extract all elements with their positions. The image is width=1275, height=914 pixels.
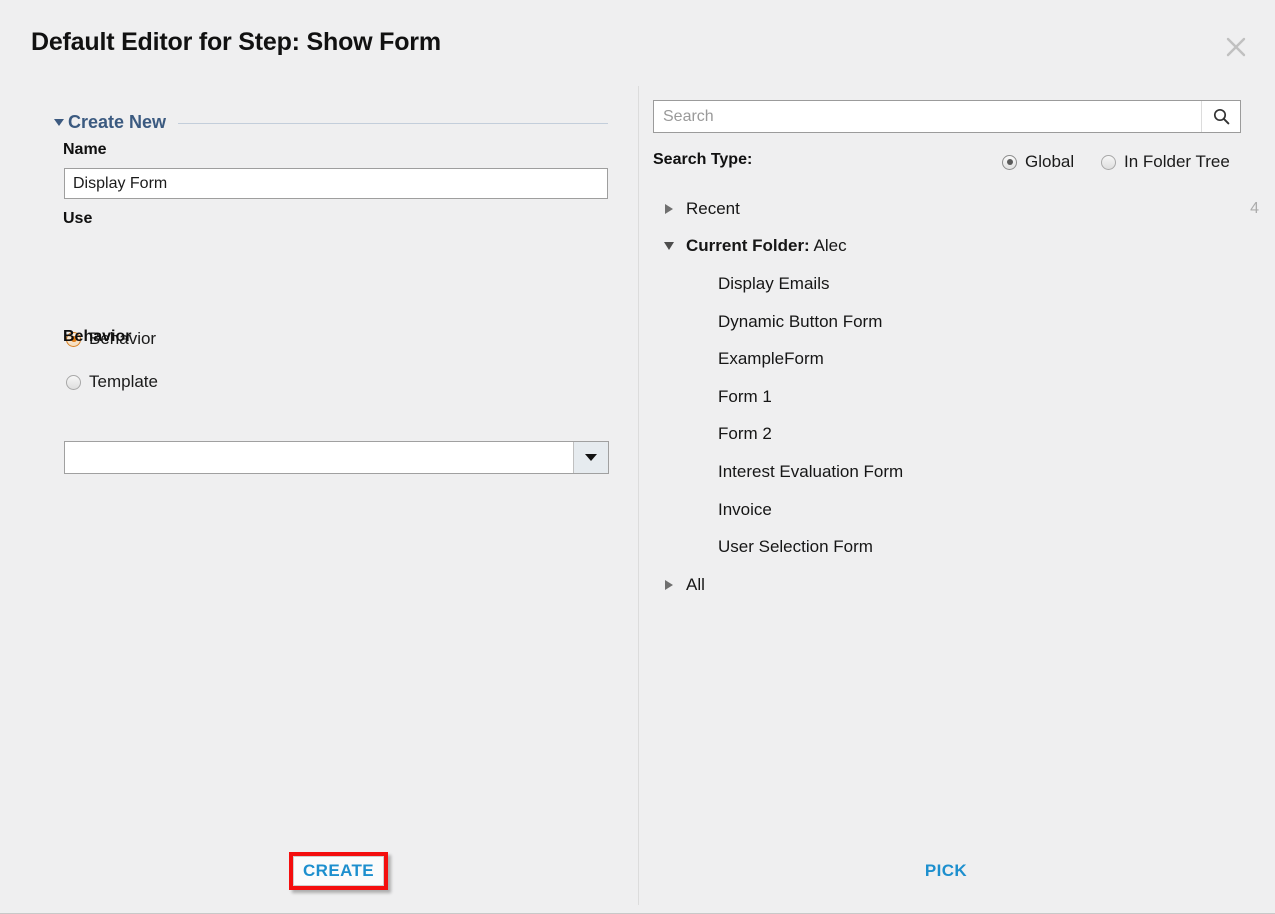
tree-row[interactable]: Invoice: [640, 491, 1275, 529]
tree-row[interactable]: User Selection Form: [640, 528, 1275, 566]
radio-search-type-in-folder-tree[interactable]: In Folder Tree: [1101, 152, 1230, 172]
create-button[interactable]: CREATE: [293, 856, 384, 886]
radio-use-template-label: Template: [89, 372, 158, 391]
tree-row-label: Display Emails: [718, 273, 830, 293]
tree-row-label: Form 1: [718, 386, 772, 406]
radio-unselected-icon: [1101, 154, 1116, 170]
radio-selected-icon: [1002, 154, 1017, 170]
use-label: Use: [63, 210, 93, 227]
create-button-highlight: CREATE: [289, 852, 388, 890]
dialog-titlebar: Default Editor for Step: Show Form: [0, 0, 1275, 86]
folder-tree: Recent 4 Current Folder: Alec Display Email…: [640, 190, 1275, 604]
page-title: Default Editor for Step: Show Form: [31, 28, 441, 56]
radio-use-template[interactable]: Template: [66, 372, 158, 392]
radio-search-type-global[interactable]: Global: [1002, 152, 1074, 172]
section-divider: [178, 122, 608, 124]
tree-row-label: Recent: [686, 198, 740, 218]
tree-row-label-prefix: Current Folder:: [686, 236, 810, 256]
tree-row[interactable]: All: [640, 566, 1275, 604]
radio-search-type-global-label: Global: [1025, 152, 1075, 171]
tree-row[interactable]: Recent 4: [640, 190, 1275, 228]
tree-row-label: Form 2: [718, 424, 772, 444]
behavior-select[interactable]: [64, 441, 609, 474]
close-icon[interactable]: [1221, 32, 1251, 62]
create-new-label: Create New: [68, 111, 167, 132]
triangle-down-icon[interactable]: [661, 238, 677, 254]
tree-row-label: Current Folder: Alec: [686, 236, 847, 256]
tree-row[interactable]: Display Emails: [640, 265, 1275, 303]
tree-row-label: User Selection Form: [718, 537, 873, 557]
tree-row[interactable]: Dynamic Button Form: [640, 303, 1275, 341]
chevron-down-icon[interactable]: [573, 442, 608, 473]
create-new-panel: Create New Name Use Behavior Template Be…: [0, 86, 639, 905]
default-editor-dialog: Default Editor for Step: Show Form Creat…: [0, 0, 1275, 914]
tree-row[interactable]: ExampleForm: [640, 340, 1275, 378]
tree-row[interactable]: Form 2: [640, 416, 1275, 454]
tree-row-label: All: [686, 574, 705, 594]
tree-row-label: Dynamic Button Form: [718, 311, 883, 331]
tree-row[interactable]: Form 1: [640, 378, 1275, 416]
behavior-label: Behavior: [63, 328, 132, 345]
triangle-down-icon: [54, 118, 64, 126]
radio-search-type-in-folder-tree-label: In Folder Tree: [1124, 152, 1230, 171]
search-type-label: Search Type:: [653, 151, 753, 168]
search-icon[interactable]: [1201, 101, 1240, 132]
behavior-select-value: [65, 442, 573, 473]
pick-button[interactable]: PICK: [903, 855, 989, 887]
triangle-right-icon[interactable]: [661, 201, 677, 217]
name-input[interactable]: [64, 168, 608, 199]
tree-row-label: ExampleForm: [718, 349, 824, 369]
tree-row-label: Invoice: [718, 499, 772, 519]
picker-panel: Search Type: Global In Folder Tree Recen…: [640, 86, 1275, 905]
triangle-right-icon[interactable]: [661, 577, 677, 593]
search-box: [653, 100, 1241, 133]
tree-row-count: 4: [1250, 199, 1259, 217]
search-input[interactable]: [654, 101, 1201, 132]
tree-row-label: Interest Evaluation Form: [718, 461, 904, 481]
tree-row[interactable]: Interest Evaluation Form: [640, 453, 1275, 491]
name-label: Name: [63, 141, 107, 158]
create-new-section-header[interactable]: Create New: [54, 111, 608, 133]
radio-unselected-icon: [66, 374, 81, 390]
tree-row[interactable]: Current Folder: Alec: [640, 228, 1275, 266]
